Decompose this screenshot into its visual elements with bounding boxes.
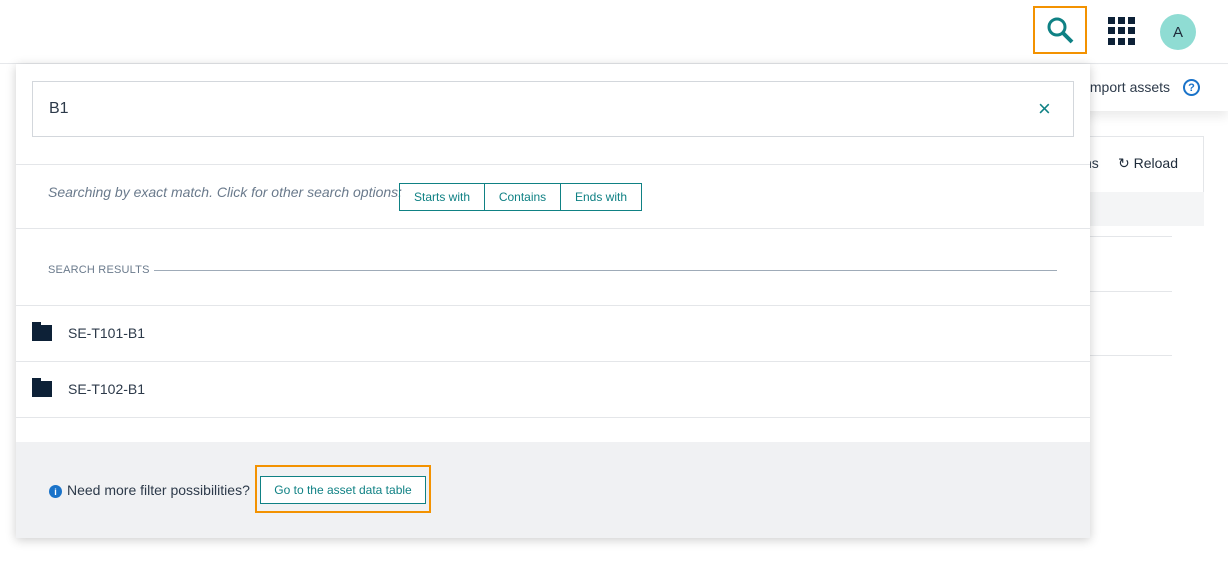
divider	[1090, 355, 1172, 356]
search-mode-hint: Searching by exact match. Click for othe…	[48, 184, 403, 200]
folder-icon	[32, 378, 52, 397]
result-label: SE-T102-B1	[68, 381, 146, 397]
reload-button[interactable]: ↻ Reload	[1118, 155, 1178, 172]
search-input[interactable]: B1	[32, 81, 1074, 137]
result-item[interactable]: SE-T101-B1	[16, 306, 1090, 360]
asset-data-table-button[interactable]: Go to the asset data table	[260, 476, 426, 504]
contains-button[interactable]: Contains	[485, 184, 561, 210]
result-label: SE-T101-B1	[68, 325, 146, 341]
ends-with-button[interactable]: Ends with	[561, 184, 641, 210]
search-icon	[1047, 17, 1074, 44]
help-icon[interactable]: ?	[1183, 79, 1200, 96]
result-item[interactable]: SE-T102-B1	[16, 362, 1090, 416]
divider	[16, 164, 1090, 165]
apps-grid-icon[interactable]	[1108, 17, 1136, 45]
clear-icon[interactable]: ×	[1038, 98, 1051, 120]
import-assets-link[interactable]: Import assets	[1086, 79, 1170, 95]
divider	[1090, 291, 1172, 292]
reload-label: Reload	[1133, 155, 1178, 171]
filter-hint: Need more filter possibilities?	[67, 482, 250, 498]
starts-with-button[interactable]: Starts with	[400, 184, 485, 210]
divider	[16, 417, 1090, 418]
divider	[16, 228, 1090, 229]
search-button[interactable]	[1033, 6, 1087, 54]
folder-icon	[32, 322, 52, 341]
info-icon: i	[49, 485, 62, 498]
search-options: Starts with Contains Ends with	[399, 183, 642, 211]
avatar[interactable]: A	[1160, 14, 1196, 50]
divider	[154, 270, 1057, 271]
results-heading: SEARCH RESULTS	[48, 264, 150, 276]
divider	[1090, 236, 1172, 237]
